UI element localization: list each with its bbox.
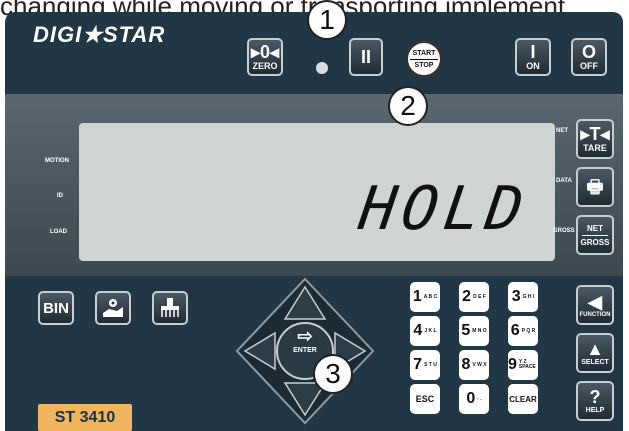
zero-icon: ▸0◂ bbox=[250, 42, 280, 62]
key-5[interactable]: 5M N O bbox=[459, 316, 489, 346]
implement-icon bbox=[161, 298, 179, 317]
clear-key[interactable]: CLEAR bbox=[508, 384, 538, 414]
indicator-gross: GROSS bbox=[553, 228, 575, 234]
indicator-id: ID bbox=[57, 193, 63, 199]
callout-3: 3 bbox=[313, 354, 353, 394]
indicator-load: LOAD bbox=[50, 229, 67, 235]
off-button[interactable]: O OFF bbox=[571, 38, 607, 76]
brand-logo: DIGI★STAR bbox=[33, 22, 166, 47]
function-button[interactable]: ◀ FUNCTION bbox=[576, 285, 614, 325]
indicator-motion: MOTION bbox=[45, 158, 69, 164]
printer-icon: 🖶 bbox=[586, 177, 604, 197]
bin-button[interactable]: BIN bbox=[38, 291, 74, 325]
display-readout: HOLD bbox=[355, 174, 534, 244]
pause-button[interactable]: II bbox=[349, 38, 383, 76]
field-map-button[interactable] bbox=[95, 291, 131, 325]
left-arrow-icon: ◀ bbox=[588, 291, 602, 312]
on-button[interactable]: I ON bbox=[515, 38, 551, 76]
indicator-data: DATA bbox=[556, 178, 572, 184]
tare-icon: ▸T◂ bbox=[580, 124, 610, 144]
key-8[interactable]: 8V W X bbox=[459, 350, 489, 380]
key-2[interactable]: 2D E F bbox=[459, 282, 489, 312]
key-9[interactable]: 9Y Z SPACE bbox=[508, 350, 538, 380]
select-button[interactable]: ▲ SELECT bbox=[576, 333, 614, 373]
net-gross-button[interactable]: NET GROSS bbox=[576, 215, 614, 255]
callout-2: 2 bbox=[388, 86, 428, 126]
help-button[interactable]: ? HELP bbox=[576, 381, 614, 421]
up-arrow-icon: ▲ bbox=[586, 339, 604, 359]
power-off-icon: O bbox=[581, 42, 596, 62]
zero-button[interactable]: ▸0◂ ZERO bbox=[247, 38, 283, 76]
print-button[interactable]: 🖶 bbox=[576, 167, 614, 207]
enter-icon: ⇨ bbox=[297, 326, 313, 346]
key-7[interactable]: 7S T U bbox=[410, 350, 440, 380]
status-led bbox=[316, 62, 328, 74]
start-stop-button[interactable]: START STOP bbox=[405, 40, 443, 78]
field-map-icon bbox=[103, 299, 123, 317]
indicator-net: NET bbox=[556, 128, 568, 134]
key-1[interactable]: 1A B C bbox=[410, 282, 440, 312]
key-3[interactable]: 3G H I bbox=[508, 282, 538, 312]
enter-label: ⇨ ENTER bbox=[288, 327, 322, 354]
implement-button[interactable] bbox=[152, 291, 188, 325]
key-0[interactable]: 0- . bbox=[459, 384, 489, 414]
tare-button[interactable]: ▸T◂ TARE bbox=[576, 119, 614, 159]
esc-key[interactable]: ESC bbox=[410, 384, 440, 414]
help-icon: ? bbox=[589, 387, 601, 407]
key-4[interactable]: 4J K L bbox=[410, 316, 440, 346]
callout-1: 1 bbox=[307, 0, 347, 40]
model-tag: ST 3410 bbox=[38, 404, 132, 431]
power-on-icon: I bbox=[530, 42, 536, 62]
pause-icon: II bbox=[360, 47, 371, 67]
key-6[interactable]: 6P Q R bbox=[508, 316, 538, 346]
